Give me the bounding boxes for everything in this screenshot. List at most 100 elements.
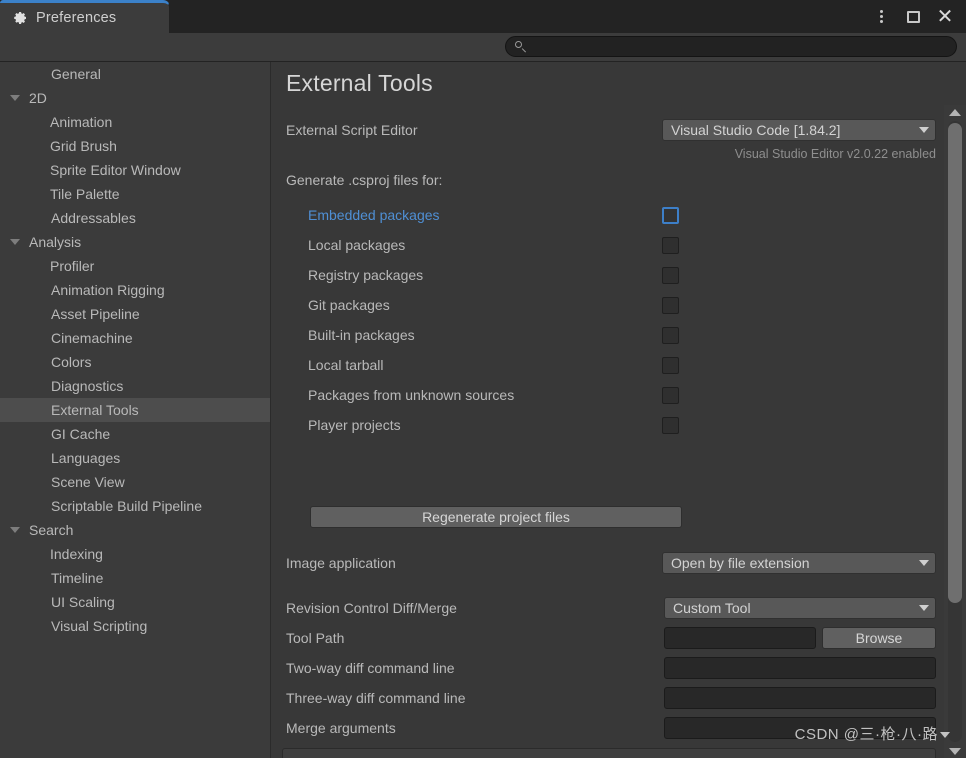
foldout-triangle-icon[interactable] xyxy=(8,95,21,101)
sidebar-item-languages[interactable]: Languages xyxy=(0,446,270,470)
two-way-diff-input[interactable] xyxy=(664,657,936,679)
sidebar-item-label: Languages xyxy=(51,450,121,466)
sidebar-item-diagnostics[interactable]: Diagnostics xyxy=(0,374,270,398)
tab-preferences[interactable]: Preferences xyxy=(0,0,170,33)
tool-path-value xyxy=(665,628,815,634)
csproj-option-checkbox[interactable] xyxy=(662,386,679,404)
sidebar-item-ui-scaling[interactable]: UI Scaling xyxy=(0,590,270,614)
search-input[interactable] xyxy=(531,39,941,54)
chevron-down-icon xyxy=(919,605,929,611)
revision-control-dropdown[interactable]: Custom Tool xyxy=(664,597,936,619)
sidebar-item-label: Timeline xyxy=(51,570,104,586)
sidebar-item-2d[interactable]: 2D xyxy=(0,86,270,110)
preferences-window: Preferences ✕ General 2D Animation Grid Bru… xyxy=(0,0,966,758)
sidebar-item-label: Grid Brush xyxy=(50,138,117,154)
sidebar-item-search[interactable]: Search xyxy=(0,518,270,542)
sidebar-item-animation-rigging[interactable]: Animation Rigging xyxy=(0,278,270,302)
sidebar-item-label: Tile Palette xyxy=(50,186,120,202)
sidebar-item-label: Indexing xyxy=(50,546,103,562)
csproj-option-row[interactable]: Local tarball xyxy=(272,350,944,380)
browse-button[interactable]: Browse xyxy=(822,627,936,649)
csproj-option-row[interactable]: Built-in packages xyxy=(272,320,944,350)
settings-category-tree[interactable]: General 2D Animation Grid Brush Sprite Edito… xyxy=(0,62,271,758)
sidebar-item-grid-brush[interactable]: Grid Brush xyxy=(0,134,270,158)
csproj-option-row[interactable]: Packages from unknown sources xyxy=(272,380,944,410)
foldout-triangle-icon[interactable] xyxy=(8,527,21,533)
sidebar-item-label: Addressables xyxy=(51,210,136,226)
csproj-option-row[interactable]: Embedded packages xyxy=(272,200,944,230)
tool-path-label: Tool Path xyxy=(286,630,345,646)
sidebar-item-label: Animation Rigging xyxy=(51,282,165,298)
image-application-value: Open by file extension xyxy=(671,555,810,571)
tool-path-input[interactable] xyxy=(664,627,816,649)
external-tools-form: External Script Editor Visual Studio Cod… xyxy=(272,105,944,758)
csproj-option-row[interactable]: Registry packages xyxy=(272,260,944,290)
sidebar-item-colors[interactable]: Colors xyxy=(0,350,270,374)
external-script-editor-label: External Script Editor xyxy=(286,122,418,138)
csproj-option-label: Local packages xyxy=(308,237,406,253)
sidebar-item-scriptable-build-pipeline[interactable]: Scriptable Build Pipeline xyxy=(0,494,270,518)
csproj-option-label: Player projects xyxy=(308,417,401,433)
merge-arguments-label: Merge arguments xyxy=(286,720,396,736)
kebab-menu-icon[interactable] xyxy=(866,2,896,32)
external-script-editor-value: Visual Studio Code [1.84.2] xyxy=(671,122,841,138)
csproj-option-checkbox[interactable] xyxy=(662,416,679,434)
csproj-option-checkbox[interactable] xyxy=(662,266,679,284)
sidebar-item-profiler[interactable]: Profiler xyxy=(0,254,270,278)
sidebar-item-label: Cinemachine xyxy=(51,330,133,346)
csproj-option-checkbox[interactable] xyxy=(662,206,679,224)
merge-arguments-row: Merge arguments xyxy=(272,716,944,740)
sidebar-item-label: Analysis xyxy=(29,234,82,250)
sidebar-item-label: General xyxy=(51,66,101,82)
sidebar-item-indexing[interactable]: Indexing xyxy=(0,542,270,566)
sidebar-item-tile-palette[interactable]: Tile Palette xyxy=(0,182,270,206)
image-application-row: Image application Open by file extension xyxy=(272,551,944,575)
external-script-editor-row: External Script Editor Visual Studio Cod… xyxy=(272,118,944,142)
sidebar-item-addressables[interactable]: Addressables xyxy=(0,206,270,230)
gear-icon xyxy=(12,10,28,26)
csproj-option-checkbox[interactable] xyxy=(662,356,679,374)
sidebar-item-scene-view[interactable]: Scene View xyxy=(0,470,270,494)
search-icon xyxy=(515,41,526,52)
chevron-down-icon xyxy=(919,127,929,133)
scrollbar-thumb[interactable] xyxy=(948,123,962,603)
csproj-options-list: Embedded packages Local packages Registry … xyxy=(272,200,944,440)
merge-arguments-input[interactable] xyxy=(664,717,936,739)
chevron-down-icon xyxy=(919,560,929,566)
sidebar-item-label: Scene View xyxy=(51,474,125,490)
vcs-info-box: No supported VCS diff tools were found. … xyxy=(282,748,936,758)
search-box[interactable] xyxy=(505,36,957,57)
csproj-option-row[interactable]: Local packages xyxy=(272,230,944,260)
sidebar-item-general[interactable]: General xyxy=(0,62,270,86)
sidebar-item-asset-pipeline[interactable]: Asset Pipeline xyxy=(0,302,270,326)
sidebar-item-external-tools[interactable]: External Tools xyxy=(0,398,270,422)
sidebar-item-label: 2D xyxy=(29,90,47,106)
csproj-option-label: Built-in packages xyxy=(308,327,415,343)
revision-control-value: Custom Tool xyxy=(673,600,751,616)
csproj-option-row[interactable]: Player projects xyxy=(272,410,944,440)
image-application-dropdown[interactable]: Open by file extension xyxy=(662,552,936,574)
maximize-icon[interactable] xyxy=(898,2,928,32)
csproj-option-checkbox[interactable] xyxy=(662,326,679,344)
sidebar-item-label: UI Scaling xyxy=(51,594,115,610)
sidebar-item-analysis[interactable]: Analysis xyxy=(0,230,270,254)
csproj-option-row[interactable]: Git packages xyxy=(272,290,944,320)
scroll-up-arrow-icon[interactable] xyxy=(944,105,966,119)
three-way-diff-input[interactable] xyxy=(664,687,936,709)
sidebar-item-cinemachine[interactable]: Cinemachine xyxy=(0,326,270,350)
csproj-option-checkbox[interactable] xyxy=(662,296,679,314)
sidebar-item-timeline[interactable]: Timeline xyxy=(0,566,270,590)
external-script-editor-dropdown[interactable]: Visual Studio Code [1.84.2] xyxy=(662,119,936,141)
sidebar-item-label: Profiler xyxy=(50,258,95,274)
scroll-down-arrow-icon[interactable] xyxy=(944,744,966,758)
close-icon[interactable]: ✕ xyxy=(930,2,960,32)
regenerate-project-files-button[interactable]: Regenerate project files xyxy=(310,506,682,528)
foldout-triangle-icon[interactable] xyxy=(8,239,21,245)
sidebar-item-visual-scripting[interactable]: Visual Scripting xyxy=(0,614,270,638)
csproj-option-checkbox[interactable] xyxy=(662,236,679,254)
sidebar-item-animation[interactable]: Animation xyxy=(0,110,270,134)
sidebar-item-label: Search xyxy=(29,522,74,538)
sidebar-item-gi-cache[interactable]: GI Cache xyxy=(0,422,270,446)
sidebar-item-sprite-editor-window[interactable]: Sprite Editor Window xyxy=(0,158,270,182)
content-scrollbar[interactable] xyxy=(944,105,966,758)
